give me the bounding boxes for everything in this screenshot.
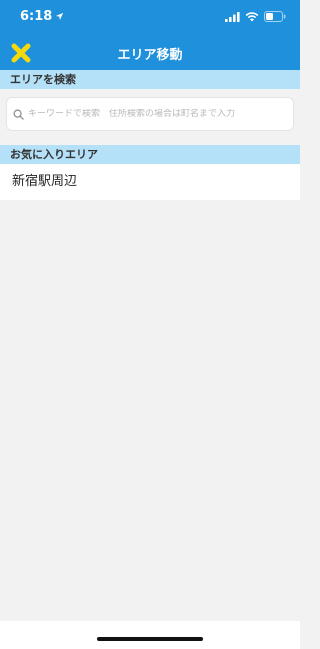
status-icons bbox=[225, 11, 286, 22]
status-time: 6:18 bbox=[20, 9, 53, 24]
status-time-group: 6:18 bbox=[20, 9, 64, 24]
favorites-section-header: お気に入りエリア bbox=[0, 145, 300, 164]
location-arrow-icon bbox=[55, 12, 64, 21]
wifi-icon bbox=[245, 11, 259, 22]
home-indicator[interactable] bbox=[97, 637, 203, 641]
search-area bbox=[0, 89, 300, 145]
search-icon bbox=[13, 109, 24, 120]
bottom-safe-area bbox=[0, 621, 300, 649]
favorites-list: 新宿駅周辺 bbox=[0, 164, 300, 200]
battery-icon bbox=[264, 11, 286, 22]
signal-icon bbox=[225, 11, 240, 22]
status-bar: 6:18 bbox=[0, 0, 300, 36]
page-title: エリア移動 bbox=[117, 48, 183, 63]
nav-bar: エリア移動 bbox=[0, 36, 300, 70]
search-input[interactable] bbox=[28, 109, 293, 119]
search-box[interactable] bbox=[6, 97, 294, 131]
top-bar: 6:18 エリア移動 bbox=[0, 0, 300, 70]
search-section-header: エリアを検索 bbox=[0, 70, 300, 89]
favorite-area-item[interactable]: 新宿駅周辺 bbox=[0, 164, 300, 200]
